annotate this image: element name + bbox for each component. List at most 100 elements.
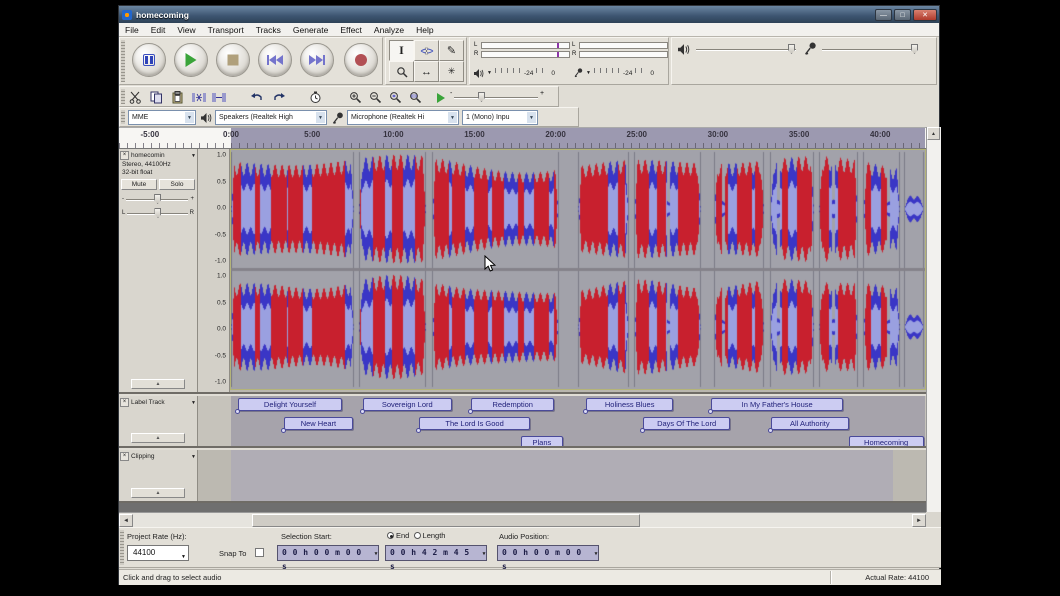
recording-meter[interactable]: L R xyxy=(572,41,668,61)
mute-button[interactable]: Mute xyxy=(121,179,157,190)
recording-device-combo[interactable]: Microphone (Realtek Hi▼ xyxy=(347,110,459,125)
track-close-button[interactable]: × xyxy=(120,151,129,160)
selection-end-field[interactable]: 0 0 h 4 2 m 4 5 s▼ xyxy=(385,545,487,561)
length-radio[interactable]: Length xyxy=(414,531,446,540)
song-label[interactable]: Delight Yourself xyxy=(238,398,342,411)
playback-meter[interactable]: L R xyxy=(474,41,570,61)
playback-speed-slider[interactable] xyxy=(454,90,538,104)
toolbar-grip[interactable] xyxy=(120,530,124,565)
track-collapse-button[interactable]: ▲ xyxy=(131,433,185,443)
envelope-tool[interactable] xyxy=(414,40,439,61)
label-handle[interactable] xyxy=(360,409,365,414)
track-collapse-button[interactable]: ▲ xyxy=(131,379,185,389)
toolbar-grip[interactable] xyxy=(121,89,125,104)
output-volume-slider[interactable] xyxy=(696,42,796,56)
track-close-button[interactable]: × xyxy=(120,398,129,407)
menu-analyze[interactable]: Analyze xyxy=(368,24,410,36)
silence-audio-button[interactable] xyxy=(210,89,228,106)
label-handle[interactable] xyxy=(768,428,773,433)
timeline-ruler[interactable]: -5:000:005:0010:0015:0020:0025:0030:0035… xyxy=(119,127,926,149)
song-label[interactable]: Redemption xyxy=(471,398,554,411)
minimize-button[interactable]: — xyxy=(875,9,892,21)
end-radio[interactable]: End xyxy=(387,531,409,540)
track-name[interactable]: homecomin xyxy=(131,152,191,159)
audio-host-combo[interactable]: MME▼ xyxy=(128,110,196,125)
clipping-track-name[interactable]: Clipping xyxy=(131,453,191,460)
meter-dropdown-icon[interactable]: ▼ xyxy=(586,70,591,76)
toolbar-grip[interactable] xyxy=(121,110,125,124)
playback-device-combo[interactable]: Speakers (Realtek High▼ xyxy=(215,110,327,125)
zoom-in-button[interactable] xyxy=(346,89,364,106)
track-menu-icon[interactable]: ▼ xyxy=(191,454,196,460)
song-label[interactable]: All Authority xyxy=(771,417,849,430)
play-button[interactable] xyxy=(174,43,208,77)
copy-button[interactable] xyxy=(147,89,165,106)
stereo-waveform[interactable] xyxy=(231,150,925,389)
paste-button[interactable] xyxy=(168,89,186,106)
recording-channels-combo[interactable]: 1 (Mono) Inpu▼ xyxy=(462,110,538,125)
undo-button[interactable] xyxy=(248,89,266,106)
zoom-tool[interactable] xyxy=(389,61,414,82)
selection-start-field[interactable]: 0 0 h 0 0 m 0 0 s▼ xyxy=(277,545,379,561)
label-track-content[interactable]: Delight Yourself New Heart Sovereign Lord T… xyxy=(198,396,926,446)
track-close-button[interactable]: × xyxy=(120,452,129,461)
time-shift-tool[interactable]: ↔ xyxy=(414,61,439,82)
draw-tool[interactable]: ✎ xyxy=(439,40,464,61)
song-label[interactable]: Days Of The Lord xyxy=(643,417,730,430)
song-label[interactable]: Plans xyxy=(521,436,563,446)
selection-tool[interactable]: I xyxy=(389,40,414,61)
menu-effect[interactable]: Effect xyxy=(334,24,368,36)
waveform-area[interactable] xyxy=(230,149,926,390)
clipping-track-content[interactable] xyxy=(198,450,926,501)
fit-selection-button[interactable] xyxy=(386,89,404,106)
track-menu-icon[interactable]: ▼ xyxy=(191,153,196,159)
menu-tracks[interactable]: Tracks xyxy=(250,24,287,36)
track-menu-icon[interactable]: ▼ xyxy=(191,400,196,406)
label-track-name[interactable]: Label Track xyxy=(131,399,191,406)
horizontal-scroll-thumb[interactable] xyxy=(252,514,640,527)
track-collapse-button[interactable]: ▲ xyxy=(131,488,185,498)
gain-slider[interactable]: - + xyxy=(119,192,197,206)
audio-position-field[interactable]: 0 0 h 0 0 m 0 0 s▼ xyxy=(497,545,599,561)
song-label[interactable]: The Lord Is Good xyxy=(419,417,530,430)
song-label[interactable]: Homecoming xyxy=(849,436,924,446)
song-label[interactable]: Holiness Blues xyxy=(586,398,673,411)
stop-button[interactable] xyxy=(216,43,250,77)
cut-button[interactable] xyxy=(126,89,144,106)
horizontal-scrollbar[interactable]: ◄ ► xyxy=(119,512,926,527)
label-handle[interactable] xyxy=(281,428,286,433)
play-at-speed-button[interactable] xyxy=(432,89,450,106)
menu-edit[interactable]: Edit xyxy=(145,24,172,36)
maximize-button[interactable]: □ xyxy=(894,9,911,21)
trim-audio-button[interactable] xyxy=(190,89,208,106)
toolbar-grip[interactable] xyxy=(121,40,125,82)
scroll-left-button[interactable]: ◄ xyxy=(119,514,133,527)
multi-tool[interactable]: ✳ xyxy=(439,61,464,82)
close-button[interactable]: ✕ xyxy=(913,9,937,21)
menu-help[interactable]: Help xyxy=(410,24,439,36)
sync-lock-button[interactable] xyxy=(306,89,324,106)
meter-dropdown-icon[interactable]: ▼ xyxy=(487,70,492,76)
pause-button[interactable] xyxy=(132,43,166,77)
song-label[interactable]: Sovereign Lord xyxy=(363,398,452,411)
label-handle[interactable] xyxy=(235,409,240,414)
fit-project-button[interactable] xyxy=(406,89,424,106)
menu-view[interactable]: View xyxy=(171,24,201,36)
song-label[interactable]: In My Father's House xyxy=(711,398,843,411)
scroll-right-button[interactable]: ► xyxy=(912,514,926,527)
title-bar[interactable]: homecoming — □ ✕ xyxy=(119,6,939,23)
pan-slider[interactable]: L R xyxy=(119,206,197,220)
snap-to-checkbox[interactable] xyxy=(255,548,264,557)
menu-file[interactable]: File xyxy=(119,24,145,36)
song-label[interactable]: New Heart xyxy=(284,417,353,430)
input-volume-slider[interactable] xyxy=(822,42,918,56)
menu-generate[interactable]: Generate xyxy=(287,24,334,36)
vertical-scrollbar[interactable]: ▲ ▼ xyxy=(926,127,941,527)
skip-to-start-button[interactable] xyxy=(258,43,292,77)
scroll-up-button[interactable]: ▲ xyxy=(927,127,940,140)
redo-button[interactable] xyxy=(270,89,288,106)
menu-transport[interactable]: Transport xyxy=(202,24,250,36)
solo-button[interactable]: Solo xyxy=(159,179,195,190)
zoom-out-button[interactable] xyxy=(366,89,384,106)
skip-to-end-button[interactable] xyxy=(300,43,334,77)
